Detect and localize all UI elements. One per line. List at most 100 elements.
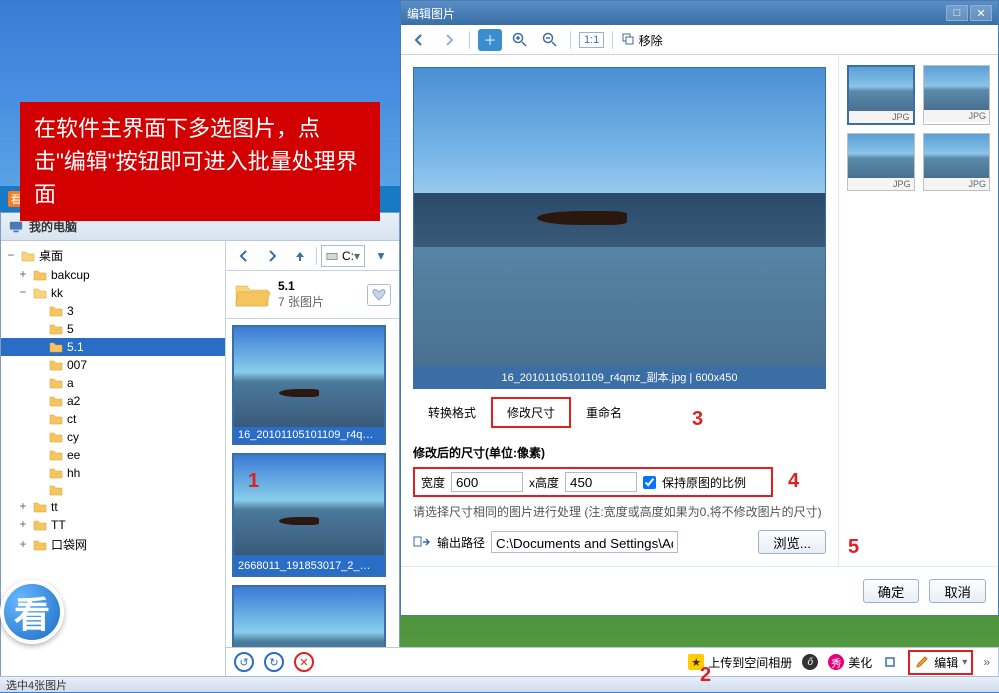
weibo-button[interactable]: ő (802, 654, 818, 670)
width-input[interactable] (451, 472, 523, 492)
brand-text: 美图看看 (72, 589, 200, 635)
folder-icon (49, 305, 63, 317)
prev-button[interactable] (407, 29, 431, 51)
tree-item[interactable]: − 桌面 (1, 245, 225, 266)
thumbnail-caption: 2668011_191853017_2_副本... (234, 555, 384, 575)
expand-icon[interactable]: − (17, 286, 29, 300)
expand-icon[interactable]: − (5, 249, 17, 263)
view-button[interactable]: ▾ (369, 245, 393, 267)
xiu-icon: 秀 (828, 654, 844, 670)
size-inputs: 宽度 x高度 保持原图的比例 (413, 467, 773, 497)
tree-item[interactable]: + bakcup (1, 266, 225, 284)
folder-icon (49, 377, 63, 389)
height-input[interactable] (565, 472, 637, 492)
maximize-button[interactable]: □ (946, 5, 968, 21)
dialog-title: 编辑图片 (407, 5, 455, 22)
tree-label: ee (67, 448, 80, 462)
dialog-thumbnail[interactable]: JPG (847, 133, 915, 191)
x-label: x高度 (529, 474, 559, 491)
tabs: 转换格式 修改尺寸 重命名 (413, 397, 826, 428)
edit-button[interactable]: 编辑 ▾ (908, 650, 973, 675)
edit-dialog: 编辑图片 □ ✕ ＋ 1:1 移除 16_20101105101109_r4qm… (400, 0, 999, 616)
tree-label: cy (67, 430, 79, 444)
crop-button[interactable] (882, 654, 898, 670)
zoom-out-icon (542, 32, 558, 48)
dialog-titlebar[interactable]: 编辑图片 □ ✕ (401, 1, 998, 25)
beautify-button[interactable]: 秀 美化 (828, 654, 872, 671)
dialog-thumbnail[interactable]: JPG (923, 133, 991, 191)
path-combo[interactable]: C: ▾ (321, 245, 365, 267)
rotate-ccw-button[interactable]: ↺ (234, 652, 254, 672)
favorite-button[interactable] (367, 284, 391, 306)
folder-icon (33, 269, 47, 281)
tab-convert[interactable]: 转换格式 (413, 398, 491, 427)
tree-item[interactable]: ee (1, 446, 225, 464)
tab-rename[interactable]: 重命名 (571, 398, 637, 427)
expand-icon[interactable]: + (17, 518, 29, 532)
preview-column: 16_20101105101109_r4qmz_副本.jpg | 600x450… (401, 55, 838, 566)
marker-5: 5 (848, 536, 859, 559)
dropdown-icon[interactable]: ▾ (962, 657, 967, 668)
dialog-thumbnail[interactable]: JPG (923, 65, 991, 125)
ok-button[interactable]: 确定 (863, 579, 920, 603)
tree-label: bakcup (51, 268, 90, 282)
tree-item[interactable]: − kk (1, 284, 225, 302)
tree-item[interactable]: 5.1 (1, 338, 225, 356)
weibo-icon: ő (802, 654, 818, 670)
tree-item[interactable]: hh (1, 464, 225, 482)
folder-icon (49, 341, 63, 353)
keep-ratio-checkbox[interactable] (643, 476, 656, 489)
resize-form: 修改后的尺寸(单位:像素) 宽度 x高度 保持原图的比例 请选择尺寸相同的图片进… (413, 434, 826, 554)
dialog-thumbnail[interactable]: JPG (847, 65, 915, 125)
brand-logo: 看 美图看看 (0, 577, 280, 647)
tree-label: kk (51, 286, 63, 300)
tree-item[interactable]: a2 (1, 392, 225, 410)
tree-item[interactable] (1, 482, 225, 498)
tree-item[interactable]: + 口袋网 (1, 534, 225, 555)
close-button[interactable]: ✕ (970, 5, 992, 21)
thumbnail[interactable]: 16_20101105101109_r4qmz_ (232, 325, 386, 445)
tree-item[interactable]: + TT (1, 516, 225, 534)
more-button[interactable]: » (983, 655, 990, 669)
browse-button[interactable]: 浏览... (758, 530, 826, 554)
tree-item[interactable]: cy (1, 428, 225, 446)
add-button[interactable]: ＋ (478, 29, 502, 51)
edit-label: 编辑 (934, 654, 958, 671)
tree-item[interactable]: + tt (1, 498, 225, 516)
thumbnail-image (234, 327, 384, 427)
expand-icon[interactable]: + (17, 268, 29, 282)
tree-item[interactable]: a (1, 374, 225, 392)
output-icon (413, 535, 431, 549)
tab-resize[interactable]: 修改尺寸 (491, 397, 571, 428)
folder-icon (21, 250, 35, 262)
preview-image-box: 16_20101105101109_r4qmz_副本.jpg | 600x450 (413, 67, 826, 389)
tree-item[interactable]: 007 (1, 356, 225, 374)
remove-label: 移除 (639, 34, 663, 48)
tree-item[interactable]: 3 (1, 302, 225, 320)
zoom-in-button[interactable] (508, 29, 532, 51)
note-text: 请选择尺寸相同的图片进行处理 (注:宽度或高度如果为0,将不修改图片的尺寸) (413, 503, 826, 520)
zoom-actual-button[interactable]: 1:1 (579, 32, 604, 48)
instruction-overlay: 在软件主界面下多选图片，点击"编辑"按钮即可进入批量处理界面 (20, 102, 380, 221)
status-text: 选中4张图片 (6, 677, 67, 693)
folder-icon (49, 395, 63, 407)
output-path-input[interactable] (491, 531, 678, 553)
remove-button[interactable]: 移除 (621, 31, 662, 49)
up-button[interactable] (288, 245, 312, 267)
folder-icon (49, 484, 63, 496)
rotate-cw-button[interactable]: ↻ (264, 652, 284, 672)
tree-item[interactable]: ct (1, 410, 225, 428)
back-button[interactable] (232, 245, 256, 267)
close-icon: ✕ (299, 656, 308, 669)
heart-icon (372, 289, 386, 301)
forward-button[interactable] (260, 245, 284, 267)
expand-icon[interactable]: + (17, 500, 29, 514)
tree-label: hh (67, 466, 80, 480)
upload-label: 上传到空间相册 (708, 654, 792, 671)
zoom-out-button[interactable] (538, 29, 562, 51)
next-button[interactable] (437, 29, 461, 51)
cancel-button[interactable]: 取消 (929, 579, 986, 603)
delete-button[interactable]: ✕ (294, 652, 314, 672)
expand-icon[interactable]: + (17, 538, 29, 552)
tree-item[interactable]: 5 (1, 320, 225, 338)
